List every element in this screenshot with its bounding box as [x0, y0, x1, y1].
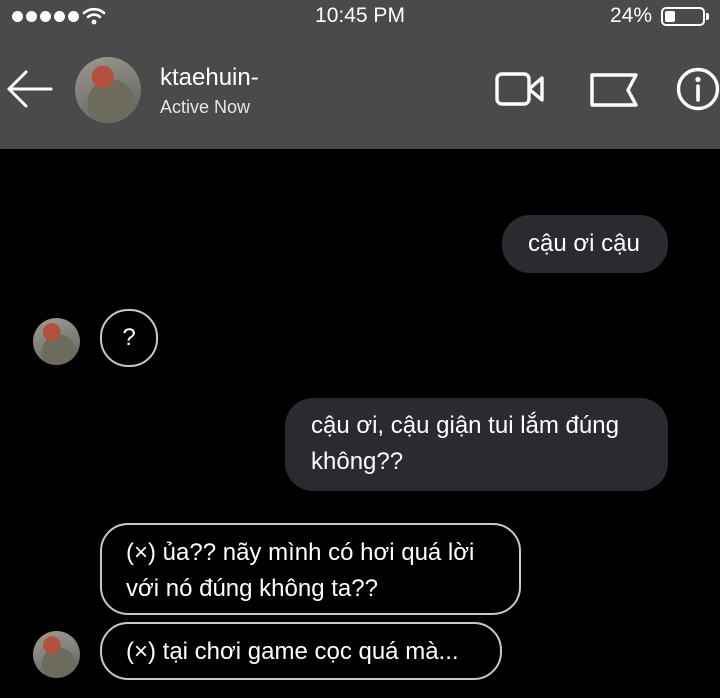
- battery-icon: [661, 7, 709, 26]
- chat-screen: 10:45 PM 24% ktaehuin- Active Now cậu ơi…: [0, 0, 720, 698]
- sender-avatar[interactable]: [33, 631, 80, 678]
- received-message[interactable]: (×) tại chơi game cọc quá mà...: [100, 622, 502, 680]
- contact-avatar[interactable]: [75, 57, 141, 123]
- chat-header: 10:45 PM 24% ktaehuin- Active Now: [0, 0, 720, 149]
- flag-icon[interactable]: [588, 66, 640, 112]
- contact-name[interactable]: ktaehuin-: [160, 64, 259, 92]
- received-message[interactable]: (×) ủa?? nãy mình có hơi quá lời với nó …: [100, 523, 521, 615]
- back-arrow-icon[interactable]: [4, 66, 54, 112]
- received-message[interactable]: ?: [100, 309, 158, 367]
- contact-status: Active Now: [160, 97, 251, 117]
- battery-percent: 24%: [609, 4, 652, 27]
- sent-message[interactable]: cậu ơi cậu: [502, 215, 668, 273]
- video-call-icon[interactable]: [494, 66, 546, 112]
- status-bar: 10:45 PM 24%: [0, 0, 720, 36]
- info-icon[interactable]: [675, 66, 720, 112]
- sent-message[interactable]: cậu ơi, cậu giận tui lắm đúng không??: [285, 398, 668, 491]
- sender-avatar[interactable]: [33, 318, 80, 365]
